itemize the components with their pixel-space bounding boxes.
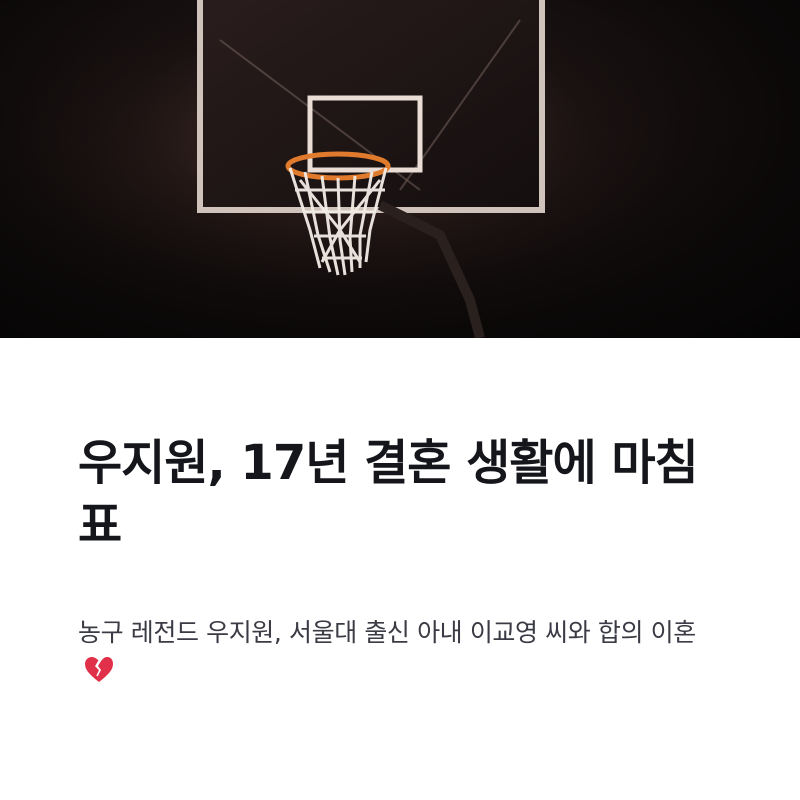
- hero-image: [0, 0, 800, 338]
- basketball-hoop-icon: [0, 0, 800, 338]
- article-text: 우지원, 17년 결혼 생활에 마침표 농구 레전드 우지원, 서울대 출신 아…: [78, 432, 728, 696]
- broken-heart-icon: [84, 655, 114, 696]
- article-subtitle-text: 농구 레전드 우지원, 서울대 출신 아내 이교영 씨와 합의 이혼: [78, 618, 696, 647]
- article-title: 우지원, 17년 결혼 생활에 마침표: [78, 435, 699, 553]
- article-subtitle: 농구 레전드 우지원, 서울대 출신 아내 이교영 씨와 합의 이혼: [78, 612, 728, 696]
